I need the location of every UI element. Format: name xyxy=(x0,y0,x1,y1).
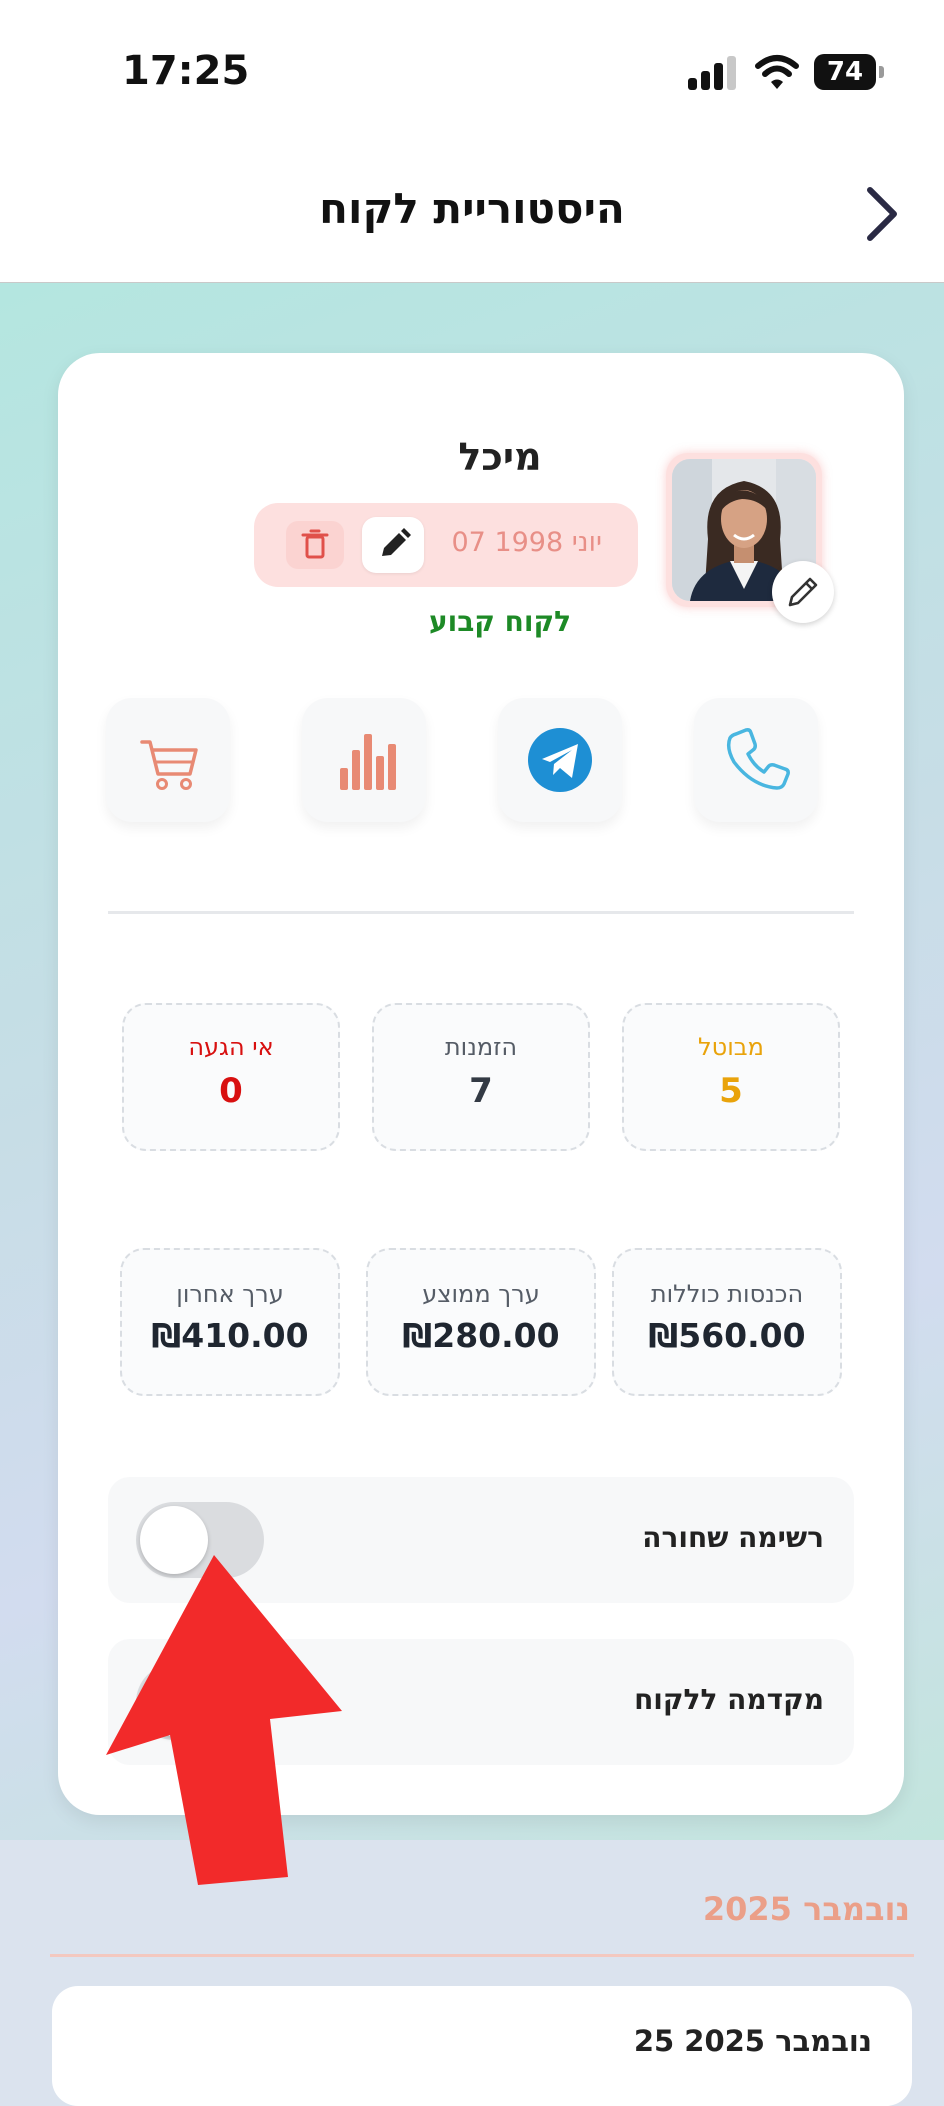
annotation-arrow-icon xyxy=(106,1555,342,1885)
customer-type-label: לקוח קבוע xyxy=(428,605,572,638)
total-revenue-stat: הכנסות כוללות ₪560.00 xyxy=(612,1248,842,1396)
money-label: ערך ממוצע xyxy=(422,1280,540,1308)
toggle-label: רשימה שחורה xyxy=(642,1521,824,1554)
battery-level: 74 xyxy=(814,54,876,90)
stat-value: 5 xyxy=(719,1071,743,1111)
cart-icon xyxy=(140,740,198,790)
last-value-stat: ערך אחרון ₪410.00 xyxy=(120,1248,340,1396)
cancelled-stat: מבוטל 5 xyxy=(622,1003,840,1151)
customer-name: מיכל xyxy=(458,435,542,479)
call-button[interactable] xyxy=(694,698,818,822)
stat-value: 0 xyxy=(219,1071,243,1111)
money-value: ₪410.00 xyxy=(151,1316,309,1355)
stats-button[interactable] xyxy=(302,698,426,822)
pencil-icon xyxy=(788,577,818,607)
orders-stat: הזמנות 7 xyxy=(372,1003,590,1151)
status-time: 17:25 xyxy=(122,48,250,94)
order-card[interactable]: 25 נובמבר 2025 xyxy=(52,1986,912,2106)
month-header: נובמבר 2025 xyxy=(702,1890,910,1928)
money-value: ₪560.00 xyxy=(648,1316,806,1355)
money-value: ₪280.00 xyxy=(402,1316,560,1355)
money-label: הכנסות כוללות xyxy=(650,1280,804,1308)
edit-birthdate-button[interactable] xyxy=(362,517,424,573)
month-divider xyxy=(50,1954,914,1957)
stat-label: הזמנות xyxy=(444,1033,518,1061)
stat-label: אי הגעה xyxy=(188,1033,274,1061)
page-title: היסטוריית לקוח xyxy=(319,184,625,233)
telegram-icon xyxy=(528,728,592,792)
no-show-stat: אי הגעה 0 xyxy=(122,1003,340,1151)
phone-icon xyxy=(726,728,790,790)
edit-avatar-button[interactable] xyxy=(772,561,834,623)
trash-icon xyxy=(301,529,329,559)
battery-icon: 74 xyxy=(814,54,884,90)
status-bar: 17:25 74 xyxy=(0,0,944,140)
pencil-icon xyxy=(382,528,411,556)
money-label: ערך אחרון xyxy=(176,1280,284,1308)
divider xyxy=(108,911,854,914)
stat-label: מבוטל xyxy=(698,1033,764,1061)
order-date: 25 נובמבר 2025 xyxy=(633,2024,872,2058)
telegram-button[interactable] xyxy=(498,698,622,822)
birthdate-pill: 07 יוני 1998 xyxy=(254,503,638,587)
bar-chart-icon xyxy=(340,734,396,790)
wifi-icon xyxy=(755,55,799,89)
average-value-stat: ערך ממוצע ₪280.00 xyxy=(366,1248,596,1396)
cart-button[interactable] xyxy=(106,698,230,822)
birthdate-text: 07 יוני 1998 xyxy=(451,527,603,558)
back-chevron-icon[interactable] xyxy=(858,182,906,246)
delete-birthdate-button[interactable] xyxy=(286,521,344,569)
toggle-label: מקדמה ללקוח xyxy=(634,1683,824,1716)
signal-icon xyxy=(688,56,738,90)
stat-value: 7 xyxy=(469,1071,493,1111)
nav-bar: היסטוריית לקוח xyxy=(0,140,944,283)
